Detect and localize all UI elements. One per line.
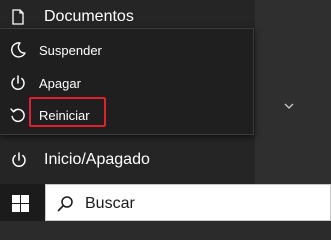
search-input[interactable]: Buscar — [45, 184, 331, 221]
menu-item-label: Suspender — [39, 42, 102, 58]
documents-item[interactable]: Documentos — [10, 8, 134, 26]
power-item[interactable]: Inicio/Apagado — [10, 151, 150, 169]
menu-item-suspend[interactable]: Suspender — [0, 34, 253, 66]
taskbar: Buscar — [0, 184, 331, 221]
start-menu-tiles-area — [255, 0, 331, 184]
search-label: Buscar — [85, 195, 135, 212]
documents-label: Documentos — [44, 8, 134, 25]
search-icon — [57, 196, 73, 212]
power-icon — [11, 75, 25, 90]
windows-logo-icon — [12, 195, 29, 212]
menu-item-label: Apagar — [39, 75, 81, 91]
start-button[interactable] — [0, 184, 45, 221]
power-icon — [12, 152, 26, 167]
restart-icon — [10, 108, 25, 123]
chevron-down-icon[interactable] — [284, 101, 294, 111]
moon-icon — [11, 42, 26, 58]
menu-item-shutdown[interactable]: Apagar — [0, 67, 253, 99]
document-icon — [12, 9, 24, 25]
restart-highlight-box — [29, 97, 106, 127]
power-label: Inicio/Apagado — [44, 151, 150, 168]
